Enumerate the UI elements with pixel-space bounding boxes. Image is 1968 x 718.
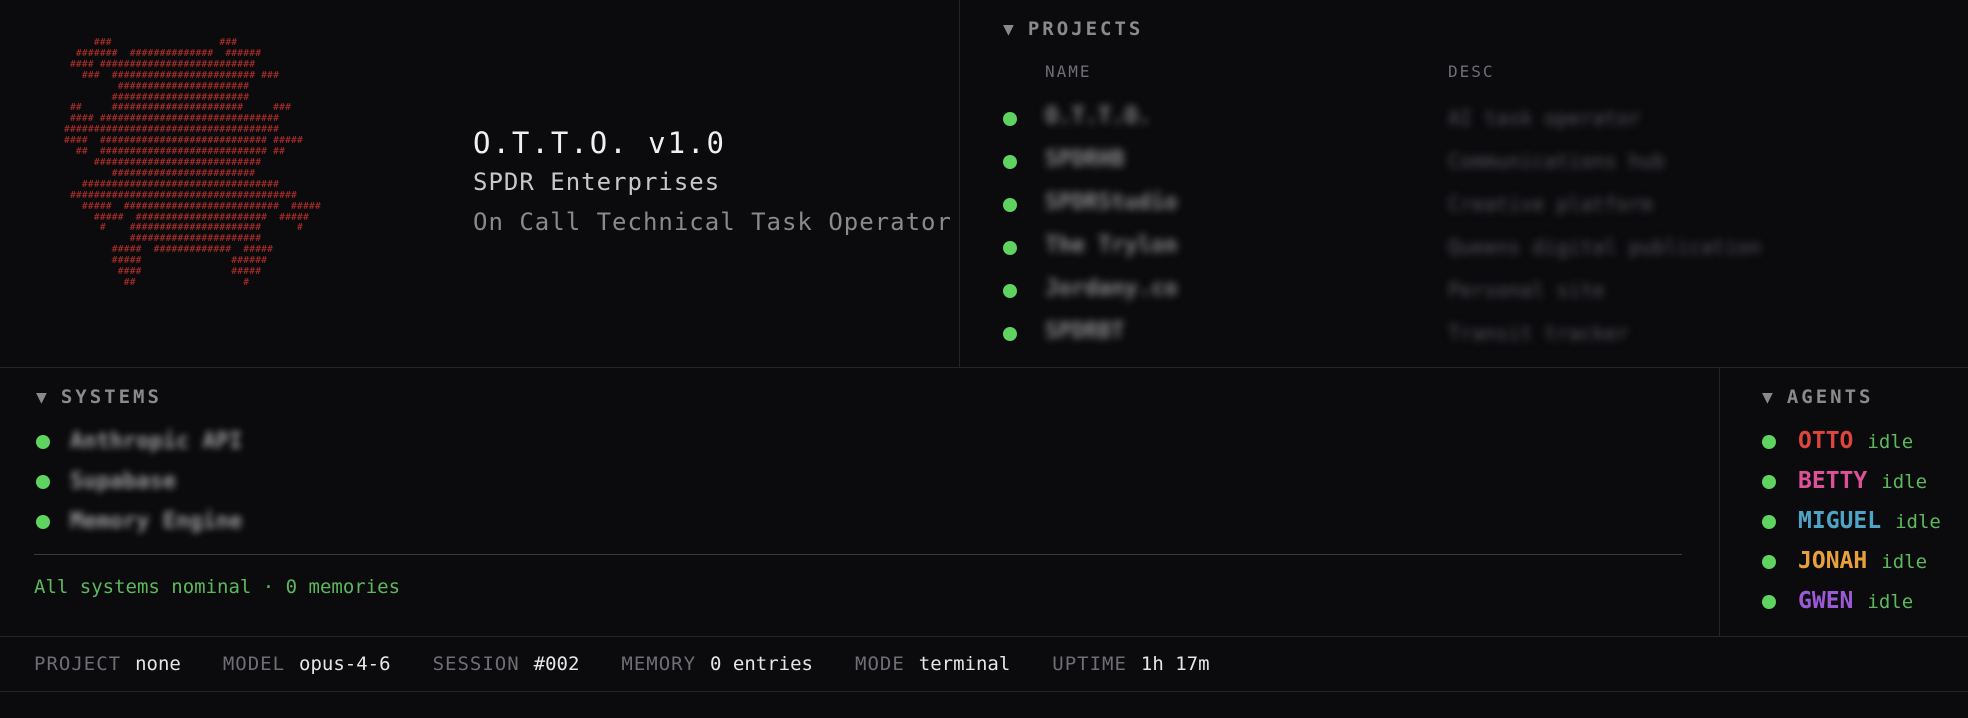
status-project: PROJECT none — [34, 653, 181, 675]
project-row[interactable]: SPDRBT Transit tracker — [1003, 315, 1903, 358]
status-mode: MODE terminal — [855, 653, 1011, 675]
systems-panel: ▼ SYSTEMS Anthropic API Supabase Memory En… — [0, 368, 1720, 636]
status-dot-icon — [1003, 284, 1017, 298]
agent-state: idle — [1867, 431, 1914, 453]
project-name: SPDRStudio — [1045, 190, 1178, 215]
status-dot-icon — [1762, 515, 1776, 529]
agents-header[interactable]: ▼ AGENTS — [1762, 386, 1873, 408]
project-desc: Creative platform — [1448, 192, 1653, 216]
app-description: On Call Technical Task Operator — [473, 208, 952, 236]
agent-name: OTTO idle — [1798, 428, 1914, 454]
system-name: Anthropic API — [70, 429, 243, 454]
agent-state: idle — [1867, 591, 1914, 613]
status-dot-icon — [1003, 112, 1017, 126]
systems-header[interactable]: ▼ SYSTEMS — [36, 386, 162, 408]
status-uptime: UPTIME 1h 17m — [1052, 653, 1210, 675]
agent-state: idle — [1895, 511, 1941, 533]
collapse-triangle-icon[interactable]: ▼ — [1003, 19, 1014, 40]
systems-status: All systems nominal · 0 memories — [34, 576, 401, 598]
agent-name: GWEN idle — [1798, 588, 1914, 614]
status-bar: PROJECT none MODEL opus-4-6 SESSION #002 ME… — [0, 636, 1968, 692]
project-name: SPDRBT — [1045, 319, 1125, 344]
system-name: Supabase — [70, 469, 176, 494]
project-desc: Personal site — [1448, 278, 1605, 302]
status-dot-icon — [36, 435, 50, 449]
project-name: SPDRHB — [1045, 147, 1125, 172]
project-name: O.T.T.O. — [1045, 104, 1151, 129]
agents-panel: ▼ AGENTS OTTO idle BETTY idle MIGUEL idle JONA… — [1720, 368, 1968, 636]
brand-block: O.T.T.O. v1.0 SPDR Enterprises On Call T… — [473, 126, 952, 248]
status-dot-icon — [36, 475, 50, 489]
ascii-logo: ### ### ####### ############## ###### ##… — [63, 37, 321, 288]
agent-name: JONAH idle — [1798, 548, 1928, 574]
header-panel: ### ### ####### ############## ###### ##… — [0, 0, 1968, 368]
status-dot-icon — [1003, 241, 1017, 255]
status-session: SESSION #002 — [432, 653, 580, 675]
status-dot-icon — [36, 515, 50, 529]
status-dot-icon — [1003, 327, 1017, 341]
collapse-triangle-icon[interactable]: ▼ — [36, 387, 47, 408]
agent-state: idle — [1881, 551, 1928, 573]
column-name: NAME — [1045, 62, 1092, 81]
projects-panel: ▼ PROJECTS NAME DESC O.T.T.O. AI task ope… — [1003, 18, 1943, 345]
column-desc: DESC — [1448, 62, 1495, 81]
status-memory: MEMORY 0 entries — [621, 653, 813, 675]
project-row[interactable]: The Trylon Queens digital publication — [1003, 229, 1903, 272]
project-desc: Transit tracker — [1448, 321, 1629, 345]
project-row[interactable]: SPDRStudio Creative platform — [1003, 186, 1903, 229]
collapse-triangle-icon[interactable]: ▼ — [1762, 387, 1773, 408]
system-name: Memory Engine — [70, 509, 243, 534]
status-dot-icon — [1762, 435, 1776, 449]
project-row[interactable]: Jordany.co Personal site — [1003, 272, 1903, 315]
agents-title: AGENTS — [1786, 386, 1874, 408]
status-model: MODEL opus-4-6 — [222, 653, 391, 675]
logo-pane: ### ### ####### ############## ###### ##… — [0, 0, 960, 368]
project-name: The Trylon — [1045, 233, 1178, 258]
projects-title: PROJECTS — [1027, 18, 1144, 40]
company-name: SPDR Enterprises — [473, 168, 721, 196]
systems-title: SYSTEMS — [60, 386, 162, 408]
status-dot-icon — [1762, 595, 1776, 609]
agent-name: MIGUEL idle — [1798, 508, 1941, 534]
project-name: Jordany.co — [1045, 276, 1178, 301]
project-row[interactable]: O.T.T.O. AI task operator — [1003, 100, 1903, 143]
status-dot-icon — [1762, 475, 1776, 489]
status-dot-icon — [1003, 155, 1017, 169]
project-row[interactable]: SPDRHB Communications hub — [1003, 143, 1903, 186]
project-desc: Communications hub — [1448, 149, 1665, 173]
agent-name: BETTY idle — [1798, 468, 1928, 494]
project-desc: AI task operator — [1448, 106, 1641, 130]
divider — [34, 554, 1682, 555]
status-dot-icon — [1003, 198, 1017, 212]
projects-header[interactable]: ▼ PROJECTS — [1003, 18, 1943, 40]
app-title: O.T.T.O. v1.0 — [473, 126, 726, 160]
agent-state: idle — [1881, 471, 1928, 493]
project-desc: Queens digital publication — [1448, 235, 1762, 259]
projects-list: O.T.T.O. AI task operator SPDRHB Communicat… — [1003, 100, 1903, 358]
status-dot-icon — [1762, 555, 1776, 569]
